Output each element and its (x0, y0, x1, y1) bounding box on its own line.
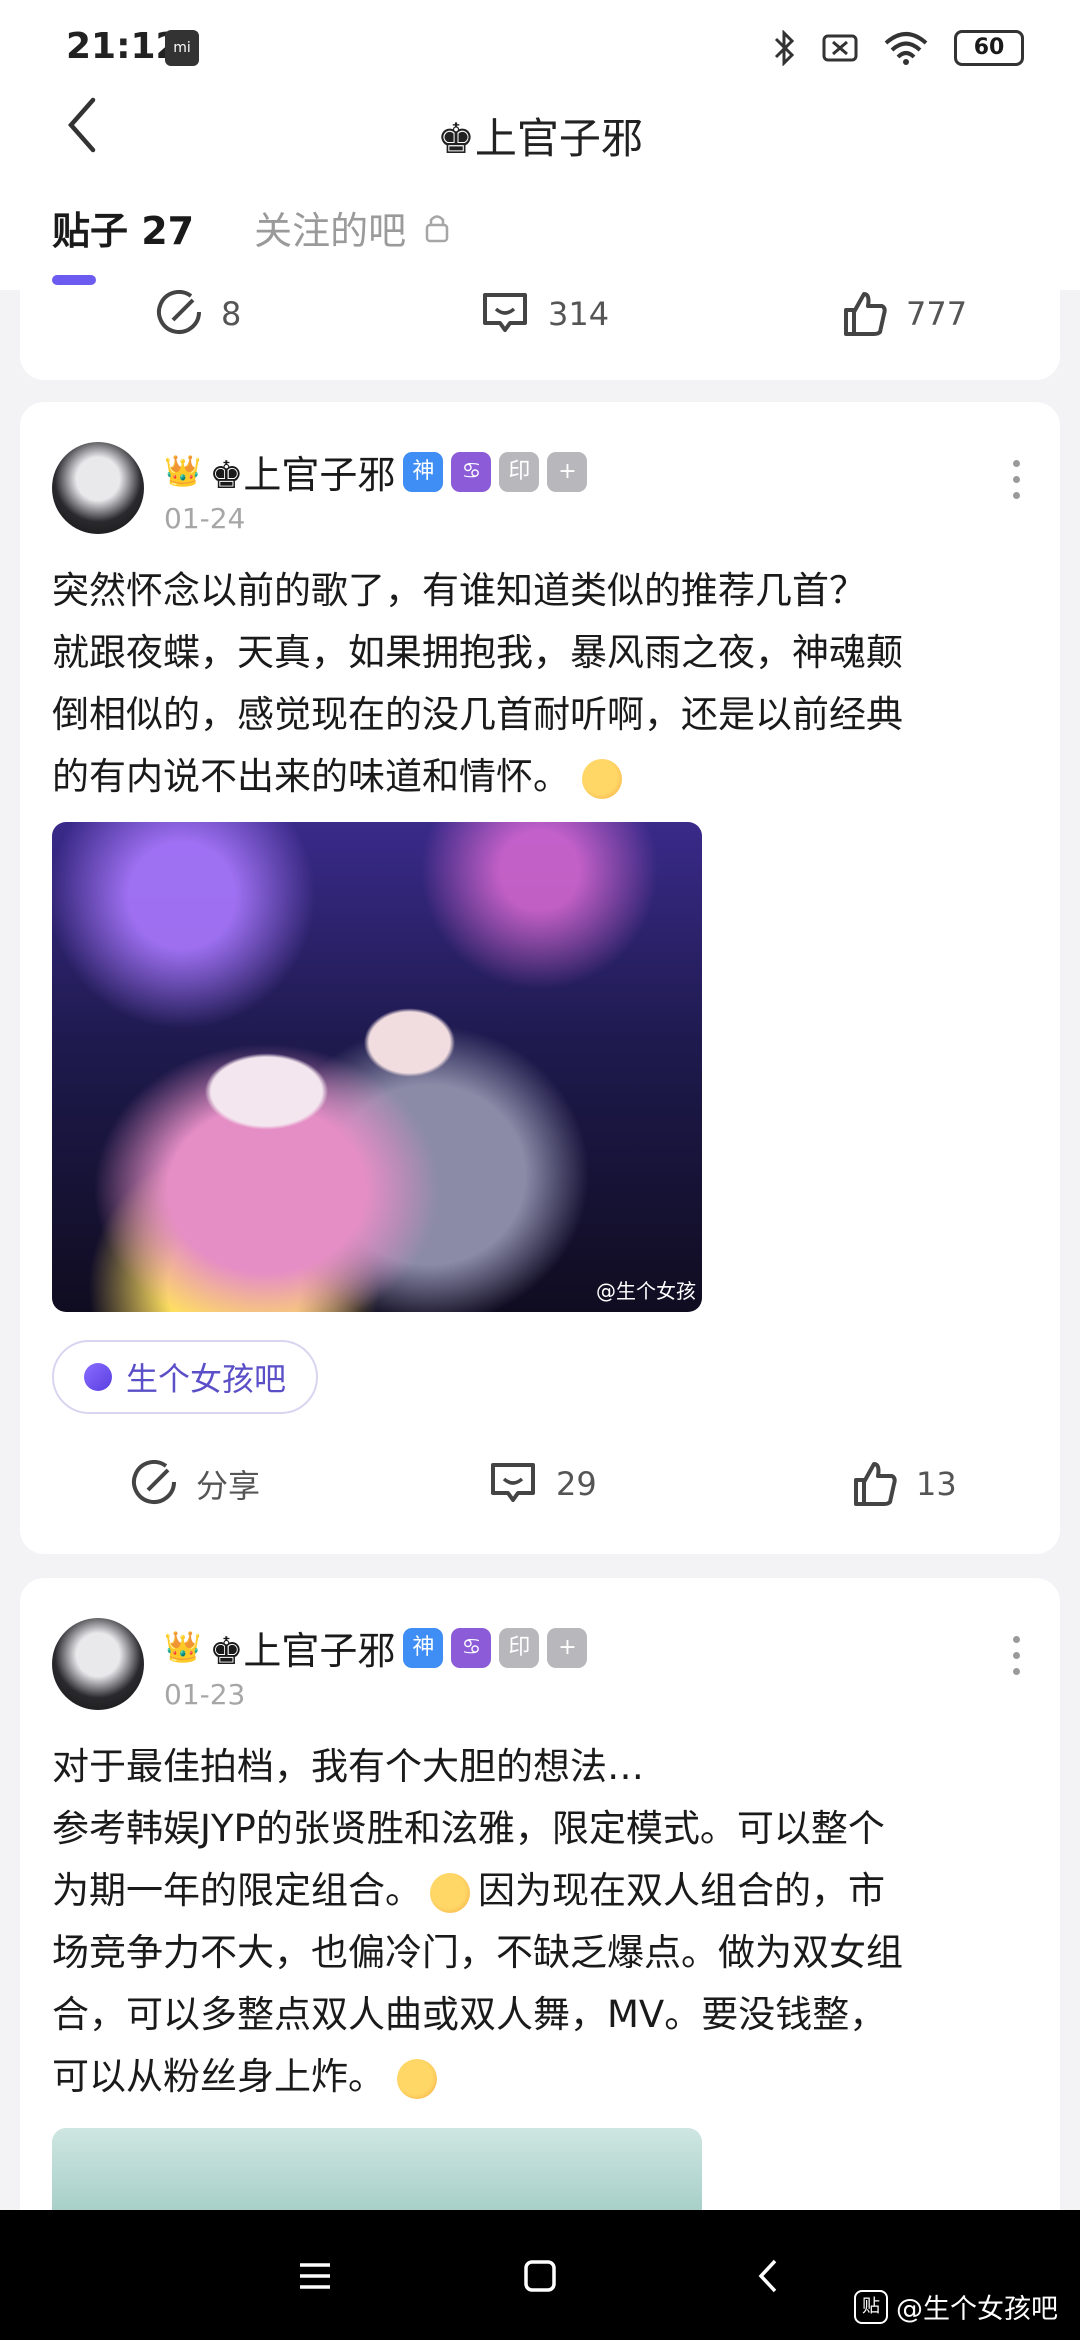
header: ♚上官子邪 贴子 27 关注的吧 (0, 90, 1080, 290)
system-nav-bar: 贴 @生个女孩吧 (0, 2210, 1080, 2340)
back-nav-button[interactable] (738, 2246, 798, 2306)
author-name[interactable]: ♚上官子邪 (209, 1620, 395, 1675)
like-count: 13 (916, 1465, 957, 1503)
author-row: 👑 ♚上官子邪 神 ♋ 印 + (164, 1620, 588, 1675)
share-action[interactable]: 8 (155, 290, 241, 338)
comment-action[interactable]: 314 (480, 290, 609, 338)
cancer-zodiac-badge[interactable]: ♋ (451, 451, 492, 492)
post-line: 的有内说不出来的味道和情怀。 (52, 755, 570, 798)
more-options-button[interactable] (1006, 460, 1026, 499)
seal-badge[interactable]: 印 (499, 1627, 540, 1668)
no-sim-icon (822, 34, 858, 62)
add-badge[interactable]: + (547, 451, 588, 492)
battery-indicator: 60 (954, 30, 1024, 66)
lock-icon (425, 214, 449, 242)
share-label: 分享 (196, 1467, 261, 1505)
author-name[interactable]: ♚上官子邪 (209, 444, 395, 499)
post-line: 就跟夜蝶，天真，如果拥抱我，暴风雨之夜，神魂颠 (52, 631, 903, 674)
post-line: 对于最佳拍档，我有个大胆的想法… (52, 1745, 644, 1788)
thumbs-up-icon (854, 1462, 897, 1506)
comment-count: 314 (548, 295, 610, 333)
forum-icon (84, 1363, 112, 1391)
comment-count: 29 (556, 1465, 597, 1503)
cancer-zodiac-badge[interactable]: ♋ (451, 1627, 492, 1668)
mi-notification-icon: mi (165, 30, 199, 66)
god-badge[interactable]: 神 (403, 451, 444, 492)
forum-tag-button[interactable]: 生个女孩吧 (52, 1340, 319, 1414)
avatar[interactable] (52, 1618, 144, 1710)
like-action[interactable]: 13 (850, 1460, 957, 1508)
status-icons: 60 (772, 30, 1024, 66)
post-line: 可以从粉丝身上炸。 (52, 2055, 385, 2098)
tab-posts[interactable]: 贴子 27 (52, 200, 194, 255)
avatar[interactable] (52, 442, 144, 534)
bluetooth-icon (774, 30, 795, 66)
post-line: 为期一年的限定组合。 (52, 1869, 422, 1912)
seal-badge[interactable]: 印 (499, 451, 540, 492)
comment-icon (483, 293, 527, 332)
tieba-logo-icon: 贴 (854, 2289, 888, 2324)
tab-posts-label: 贴子 27 (52, 209, 195, 253)
share-icon (132, 1460, 176, 1504)
image-watermark: @生个女孩 (596, 1279, 696, 1303)
post-body[interactable]: 突然怀念以前的歌了，有谁知道类似的推荐几首？ 就跟夜蝶，天真，如果拥抱我，暴风雨… (52, 560, 1042, 808)
status-bar: 21:12 mi 60 (0, 0, 1080, 90)
post-header: 👑 ♚上官子邪 神 ♋ 印 + 01-24 (52, 440, 1028, 540)
like-count: 777 (906, 295, 968, 333)
active-tab-indicator (52, 275, 96, 285)
post-line: 合，可以多整点双人曲或双人舞，MV。要没钱整， (52, 1993, 887, 2036)
status-time: 21:12 (66, 26, 181, 67)
post-image[interactable]: @生个女孩 (52, 822, 702, 1312)
tab-bar: 贴子 27 关注的吧 (52, 200, 450, 255)
back-arrow-icon (758, 2259, 777, 2293)
comment-icon (491, 1463, 535, 1502)
wifi-icon (884, 32, 928, 65)
like-action[interactable]: 777 (840, 290, 967, 338)
comment-action[interactable]: 29 (488, 1460, 597, 1508)
thumbs-up-icon (844, 292, 887, 336)
tab-followed-forums[interactable]: 关注的吧 (254, 200, 450, 255)
post-line: 突然怀念以前的歌了，有谁知道类似的推荐几首？ (52, 569, 866, 612)
post-body[interactable]: 对于最佳拍档，我有个大胆的想法… 参考韩娱JYP的张贤胜和泫雅，限定模式。可以整… (52, 1736, 1042, 2108)
menu-nav-button[interactable] (285, 2246, 345, 2306)
home-square-icon (524, 2260, 556, 2292)
page-title: ♚上官子邪 (437, 114, 643, 163)
add-badge[interactable]: + (547, 1627, 588, 1668)
smiley-emoji-icon (430, 1872, 470, 1913)
tab-followed-forums-label: 关注的吧 (254, 209, 407, 253)
post-line-last: 可以从粉丝身上炸。 (52, 2046, 1042, 2108)
post-line: 参考韩娱JYP的张贤胜和泫雅，限定模式。可以整个 (52, 1807, 885, 1850)
author-row: 👑 ♚上官子邪 神 ♋ 印 + (164, 444, 588, 499)
post-line-last: 的有内说不出来的味道和情怀。 (52, 746, 1042, 808)
post-card[interactable]: 👑 ♚上官子邪 神 ♋ 印 + 01-24 突然怀念以前的歌了，有谁知道类似的推… (20, 402, 1060, 1554)
post-date: 01-23 (164, 1678, 246, 1711)
more-options-button[interactable] (1006, 1636, 1026, 1675)
post-line: 倒相似的，感觉现在的没几首耐听啊，还是以前经典 (52, 693, 903, 736)
crown-icon: 👑 (164, 454, 202, 489)
watermark-text: @生个女孩吧 (896, 2294, 1058, 2325)
god-badge[interactable]: 神 (403, 1627, 444, 1668)
crown-icon: 👑 (164, 1630, 202, 1665)
post-date: 01-24 (164, 502, 246, 535)
post-card-partial: 8 314 777 (20, 290, 1060, 380)
share-count: 8 (221, 295, 242, 333)
forum-watermark: 贴 @生个女孩吧 (854, 2287, 1058, 2326)
home-nav-button[interactable] (510, 2246, 570, 2306)
share-icon (157, 290, 201, 334)
menu-icon (300, 2263, 330, 2289)
post-line-mixed: 为期一年的限定组合。 因为现在双人组合的，市 (52, 1860, 1042, 1922)
smile-emoji-icon (396, 2058, 437, 2099)
post-card[interactable]: 👑 ♚上官子邪 神 ♋ 印 + 01-23 对于最佳拍档，我有个大胆的想法… 参… (20, 1578, 1060, 2278)
smiley-emoji-icon (581, 758, 622, 799)
post-header: 👑 ♚上官子邪 神 ♋ 印 + 01-23 (52, 1616, 1028, 1716)
post-line: 因为现在双人组合的，市 (478, 1869, 885, 1912)
post-line: 场竞争力不大，也偏冷门，不缺乏爆点。做为双女组 (52, 1931, 903, 1974)
share-action[interactable]: 分享 (130, 1460, 260, 1508)
forum-tag-label: 生个女孩吧 (126, 1360, 287, 1398)
